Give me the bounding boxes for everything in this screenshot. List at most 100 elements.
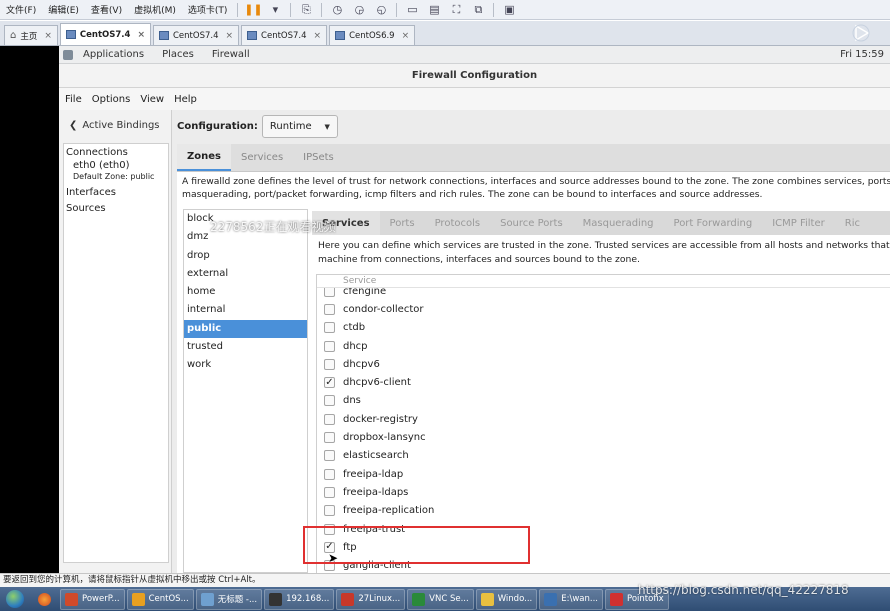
close-icon[interactable]: ×: [402, 31, 410, 41]
checkbox-icon[interactable]: [324, 486, 335, 498]
taskbar-button[interactable]: E:\wan...: [539, 588, 604, 610]
connections-heading: Connections: [66, 147, 128, 158]
places-menu[interactable]: Places: [162, 49, 194, 60]
zone-item-work[interactable]: work: [184, 356, 307, 374]
tab-protocols[interactable]: Protocols: [425, 211, 491, 235]
vm-menu-edit[interactable]: 编辑(E): [42, 3, 85, 16]
zone-description: A firewalld zone defines the level of tr…: [182, 174, 890, 201]
tab-source-ports[interactable]: Source Ports: [490, 211, 573, 235]
service-row[interactable]: freeipa-ldaps: [317, 483, 890, 501]
checkbox-icon[interactable]: [324, 340, 335, 352]
revert-snapshot-icon[interactable]: ◶: [351, 3, 367, 17]
active-bindings-toggle[interactable]: ❮ Active Bindings: [69, 120, 160, 131]
vmware-menubar: 文件(F) 编辑(E) 查看(V) 虚拟机(M) 选项卡(T) ❚❚ ▾ ⎘ ◷…: [0, 0, 890, 20]
pause-icon[interactable]: ❚❚: [244, 3, 262, 17]
library-view-icon[interactable]: ▭: [404, 3, 420, 17]
app-icon: [200, 592, 214, 606]
tab-masquerading[interactable]: Masquerading: [573, 211, 664, 235]
taskbar-button[interactable]: PowerP...: [60, 588, 125, 610]
taskbar-button[interactable]: VNC Se...: [407, 588, 474, 610]
clock[interactable]: Fri 15:59: [840, 49, 884, 60]
configuration-select[interactable]: Runtime ▼: [261, 115, 338, 138]
tab-rich-rules[interactable]: Ric: [835, 211, 870, 235]
service-row[interactable]: freeipa-ldap: [317, 465, 890, 483]
checkbox-icon[interactable]: [324, 468, 335, 480]
checkbox-icon[interactable]: [324, 413, 335, 425]
app-icon: [480, 592, 494, 606]
zone-item-internal[interactable]: internal: [184, 301, 307, 319]
taskbar-button[interactable]: 27Linux...: [336, 588, 406, 610]
service-row[interactable]: docker-registry: [317, 410, 890, 428]
checkbox-icon[interactable]: [324, 450, 335, 462]
taskbar-button[interactable]: 192.168...: [264, 588, 335, 610]
viewer-watermark: 2278562正在观看视频: [210, 220, 336, 234]
console-view-icon[interactable]: ▣: [501, 3, 517, 17]
service-column-header[interactable]: Service: [317, 275, 890, 288]
tab-services[interactable]: Services: [231, 144, 293, 171]
menu-options[interactable]: Options: [92, 94, 131, 105]
menu-help[interactable]: Help: [174, 94, 197, 105]
dropdown-arrow-icon[interactable]: ▾: [267, 3, 283, 17]
zone-item-public[interactable]: public: [184, 319, 307, 339]
thumbnail-view-icon[interactable]: ▤: [426, 3, 442, 17]
fullscreen-icon[interactable]: ⛶: [448, 3, 464, 17]
checkbox-icon[interactable]: [324, 303, 335, 315]
applications-menu[interactable]: Applications: [83, 49, 144, 60]
zone-item-external[interactable]: external: [184, 265, 307, 283]
taskbar-button[interactable]: Windo...: [475, 588, 538, 610]
vm-menu-vm[interactable]: 虚拟机(M): [128, 3, 182, 16]
tab-zones[interactable]: Zones: [177, 144, 231, 171]
zone-item-trusted[interactable]: trusted: [184, 338, 307, 356]
close-icon[interactable]: ×: [137, 30, 145, 40]
zone-item-drop[interactable]: drop: [184, 247, 307, 265]
send-keys-icon[interactable]: ⎘: [298, 3, 314, 17]
checkbox-icon[interactable]: [324, 322, 335, 334]
service-row[interactable]: freeipa-replication: [317, 502, 890, 520]
checkbox-icon[interactable]: [324, 395, 335, 407]
tab-centos74-3[interactable]: CentOS7.4 ×: [241, 25, 328, 45]
tab-centos74-2[interactable]: CentOS7.4 ×: [153, 25, 240, 45]
zone-item-home[interactable]: home: [184, 283, 307, 301]
checkbox-checked-icon[interactable]: ✓: [324, 377, 335, 389]
connection-eth0[interactable]: eth0 (eth0): [64, 160, 168, 171]
service-row[interactable]: ✓ dhcpv6-client: [317, 373, 890, 391]
tab-ipsets[interactable]: IPSets: [293, 144, 344, 171]
checkbox-icon[interactable]: [324, 358, 335, 370]
menu-file[interactable]: File: [65, 94, 82, 105]
service-row[interactable]: condor-collector: [317, 300, 890, 318]
tab-centos69[interactable]: CentOS6.9 ×: [329, 25, 416, 45]
tab-ports[interactable]: Ports: [380, 211, 425, 235]
service-row[interactable]: dns: [317, 392, 890, 410]
menu-view[interactable]: View: [140, 94, 164, 105]
taskbar-items: PowerP... CentOS... 无标题 -... 192.168... 27Li…: [58, 588, 669, 610]
taskbar-button[interactable]: CentOS...: [126, 588, 194, 610]
checkbox-icon[interactable]: [324, 432, 335, 444]
service-row[interactable]: dropbox-lansync: [317, 428, 890, 446]
close-icon[interactable]: ×: [226, 31, 234, 41]
vm-menu-file[interactable]: 文件(F): [0, 3, 42, 16]
app-icon: [610, 592, 624, 606]
tab-home[interactable]: ⌂ 主页 ×: [4, 25, 58, 45]
close-icon[interactable]: ×: [44, 31, 52, 41]
tab-icmp-filter[interactable]: ICMP Filter: [762, 211, 835, 235]
snapshot-manager-icon[interactable]: ◵: [373, 3, 389, 17]
close-icon[interactable]: ×: [314, 31, 322, 41]
start-button[interactable]: [0, 588, 30, 610]
tab-port-forwarding[interactable]: Port Forwarding: [664, 211, 763, 235]
unity-icon[interactable]: ⧉: [470, 3, 486, 17]
service-row[interactable]: dhcp: [317, 337, 890, 355]
service-name: freeipa-replication: [343, 505, 435, 517]
checkbox-icon[interactable]: [324, 505, 335, 517]
vm-menu-view[interactable]: 查看(V): [85, 3, 128, 16]
service-row[interactable]: dhcpv6: [317, 355, 890, 373]
taskbar-button[interactable]: 无标题 -...: [195, 588, 263, 610]
vm-menu-tabs[interactable]: 选项卡(T): [182, 3, 234, 16]
firefox-icon[interactable]: [30, 588, 58, 610]
service-row[interactable]: ctdb: [317, 319, 890, 337]
snapshot-icon[interactable]: ◷: [329, 3, 345, 17]
tab-centos74-1[interactable]: CentOS7.4 ×: [59, 23, 151, 45]
service-name: dhcpv6: [343, 358, 380, 370]
service-row[interactable]: elasticsearch: [317, 447, 890, 465]
app-menu[interactable]: Firewall: [212, 49, 250, 60]
mouse-cursor-icon: ➤: [328, 551, 339, 565]
